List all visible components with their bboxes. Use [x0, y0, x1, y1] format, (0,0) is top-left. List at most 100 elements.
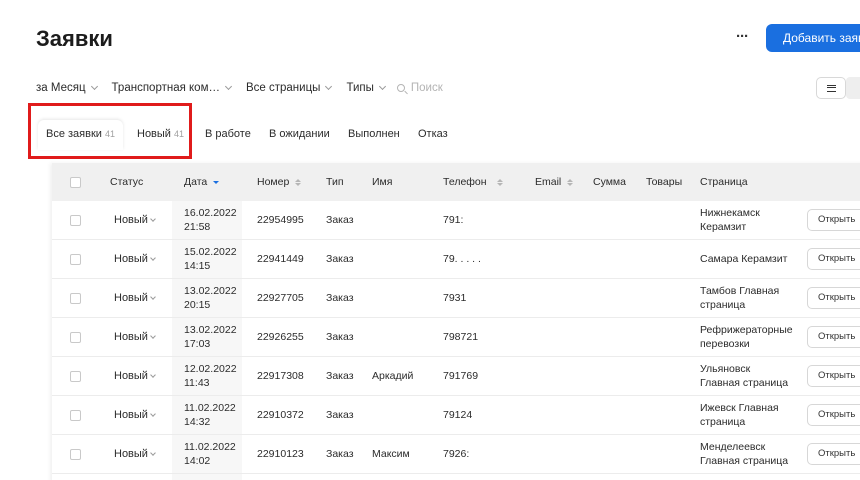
- chevron-down-icon: [224, 82, 233, 91]
- phone-cell: 7926:: [443, 448, 470, 460]
- row-checkbox[interactable]: [70, 215, 81, 226]
- date-cell: 11.02.2022 14:02: [184, 440, 236, 468]
- open-button[interactable]: Открыть: [807, 287, 860, 309]
- page-cell: Нижнекамск Керамзит: [700, 206, 760, 234]
- table-row[interactable]: Новый 13.02.2022 20:15 22927705 Заказ 7931 Там…: [52, 279, 860, 318]
- filter-bar: за Месяц Транспортная ком… Все страницы …: [36, 81, 443, 95]
- number-cell: 22926255: [257, 331, 304, 343]
- time-value: 20:15: [184, 299, 211, 311]
- view-toggle-button[interactable]: [846, 77, 860, 99]
- tab-in-progress[interactable]: В работе: [205, 120, 251, 150]
- sort-icon: [213, 180, 220, 184]
- status-select[interactable]: Новый: [114, 292, 156, 304]
- open-button[interactable]: Открыть: [807, 365, 860, 387]
- status-select[interactable]: Новый: [114, 214, 156, 226]
- open-button[interactable]: Открыть: [807, 404, 860, 426]
- tab-done[interactable]: Выполнен: [348, 120, 400, 150]
- number-cell: 22910123: [257, 448, 304, 460]
- status-value: Новый: [114, 331, 148, 343]
- status-select[interactable]: Новый: [114, 370, 156, 382]
- col-type: Тип: [326, 176, 344, 188]
- open-button[interactable]: Открыть: [807, 209, 860, 231]
- status-select[interactable]: Новый: [114, 409, 156, 421]
- page-cell: Ижевск Главная страница: [700, 401, 779, 429]
- number-cell: 22941449: [257, 253, 304, 265]
- tab-label: Отказ: [418, 128, 448, 140]
- number-cell: 22927705: [257, 292, 304, 304]
- page-cell: Тамбов Главная страница: [700, 284, 779, 312]
- chevron-down-icon: [150, 293, 156, 300]
- tab-waiting[interactable]: В ожидании: [269, 120, 330, 150]
- select-all-checkbox[interactable]: [70, 177, 81, 188]
- table-row[interactable]: Новый 13.02.2022 17:03 22926255 Заказ 798721 Р…: [52, 318, 860, 357]
- number-cell: 22917308: [257, 370, 304, 382]
- col-status: Статус: [110, 176, 144, 188]
- status-select[interactable]: Новый: [114, 331, 156, 343]
- chevron-down-icon: [150, 332, 156, 339]
- open-button[interactable]: Открыть: [807, 326, 860, 348]
- name-cell: Максим: [372, 448, 410, 460]
- time-value: 11:43: [184, 377, 210, 389]
- col-sum: Сумма: [593, 176, 626, 188]
- number-cell: 22910372: [257, 409, 304, 421]
- type-cell: Заказ: [326, 214, 354, 226]
- table-header: Статус Дата Номер Тип Имя Телефон Email …: [52, 163, 860, 201]
- table-row[interactable]: Новый 12.02.2022 11:43 22917308 Заказ Аркадий…: [52, 357, 860, 396]
- date-cell: 11.02.2022 14:32: [184, 401, 236, 429]
- col-number[interactable]: Номер: [257, 176, 302, 188]
- page-cell: Рефрижераторные перевозки: [700, 323, 793, 351]
- transport-filter[interactable]: Транспортная ком…: [112, 82, 233, 94]
- date-cell: 13.02.2022 17:03: [184, 323, 237, 351]
- phone-cell: 79124: [443, 409, 473, 421]
- sort-icon: [496, 178, 503, 186]
- chevron-down-icon: [150, 254, 156, 261]
- types-filter[interactable]: Типы: [346, 82, 386, 94]
- row-checkbox[interactable]: [70, 293, 81, 304]
- date-cell: 12.02.2022 11:43: [184, 362, 237, 390]
- type-cell: Заказ: [326, 370, 354, 382]
- status-value: Новый: [114, 292, 148, 304]
- col-date[interactable]: Дата: [184, 176, 220, 188]
- chevron-down-icon: [325, 82, 333, 91]
- table-row[interactable]: Новый 11.02.2022 14:02 22910123 Заказ Максим 7…: [52, 435, 860, 474]
- pages-filter[interactable]: Все страницы: [246, 82, 333, 94]
- type-cell: Заказ: [326, 253, 354, 265]
- page-cell: Менделеевск Главная страница: [700, 440, 788, 468]
- status-value: Новый: [114, 409, 148, 421]
- view-menu-button[interactable]: [816, 77, 846, 99]
- status-select[interactable]: Новый: [114, 253, 156, 265]
- date-value: 12.02.2022: [184, 363, 237, 375]
- types-filter-label: Типы: [346, 82, 374, 94]
- highlight-frame: [28, 103, 192, 159]
- status-value: Новый: [114, 370, 148, 382]
- row-checkbox[interactable]: [70, 410, 81, 421]
- col-page: Страница: [700, 176, 748, 188]
- row-checkbox[interactable]: [70, 449, 81, 460]
- sort-icon: [567, 178, 574, 186]
- table-row[interactable]: Новый 15.02.2022 14:15 22941449 Заказ 79. . .…: [52, 240, 860, 279]
- open-button[interactable]: Открыть: [807, 443, 860, 465]
- status-select[interactable]: Новый: [114, 448, 156, 460]
- row-checkbox[interactable]: [70, 332, 81, 343]
- page-line1: Ижевск Главная: [700, 402, 779, 414]
- col-email[interactable]: Email: [535, 176, 574, 188]
- table-row[interactable]: Новый 16.02.2022 21:58 22954995 Заказ 791: Ниж…: [52, 201, 860, 240]
- period-filter[interactable]: за Месяц: [36, 82, 98, 94]
- table-row[interactable]: Новый 11.02.2022 14:32 22910372 Заказ 79124 Иж…: [52, 396, 860, 435]
- date-cell: 13.02.2022 20:15: [184, 284, 237, 312]
- date-cell: 16.02.2022 21:58: [184, 206, 237, 234]
- type-cell: Заказ: [326, 292, 354, 304]
- page-title: Заявки: [36, 26, 113, 51]
- page-line2: страница: [700, 299, 746, 311]
- row-checkbox[interactable]: [70, 254, 81, 265]
- name-cell: Аркадий: [372, 370, 414, 382]
- col-phone[interactable]: Телефон: [443, 176, 503, 188]
- tab-rejected[interactable]: Отказ: [418, 120, 448, 150]
- search-input[interactable]: Поиск: [396, 82, 443, 94]
- open-button[interactable]: Открыть: [807, 248, 860, 270]
- page-cell: Самара Керамзит: [700, 252, 787, 266]
- page-line1: Самара Керамзит: [700, 253, 788, 265]
- more-options-button[interactable]: ···: [731, 28, 753, 48]
- row-checkbox[interactable]: [70, 371, 81, 382]
- add-request-button[interactable]: Добавить заявку: [766, 24, 860, 52]
